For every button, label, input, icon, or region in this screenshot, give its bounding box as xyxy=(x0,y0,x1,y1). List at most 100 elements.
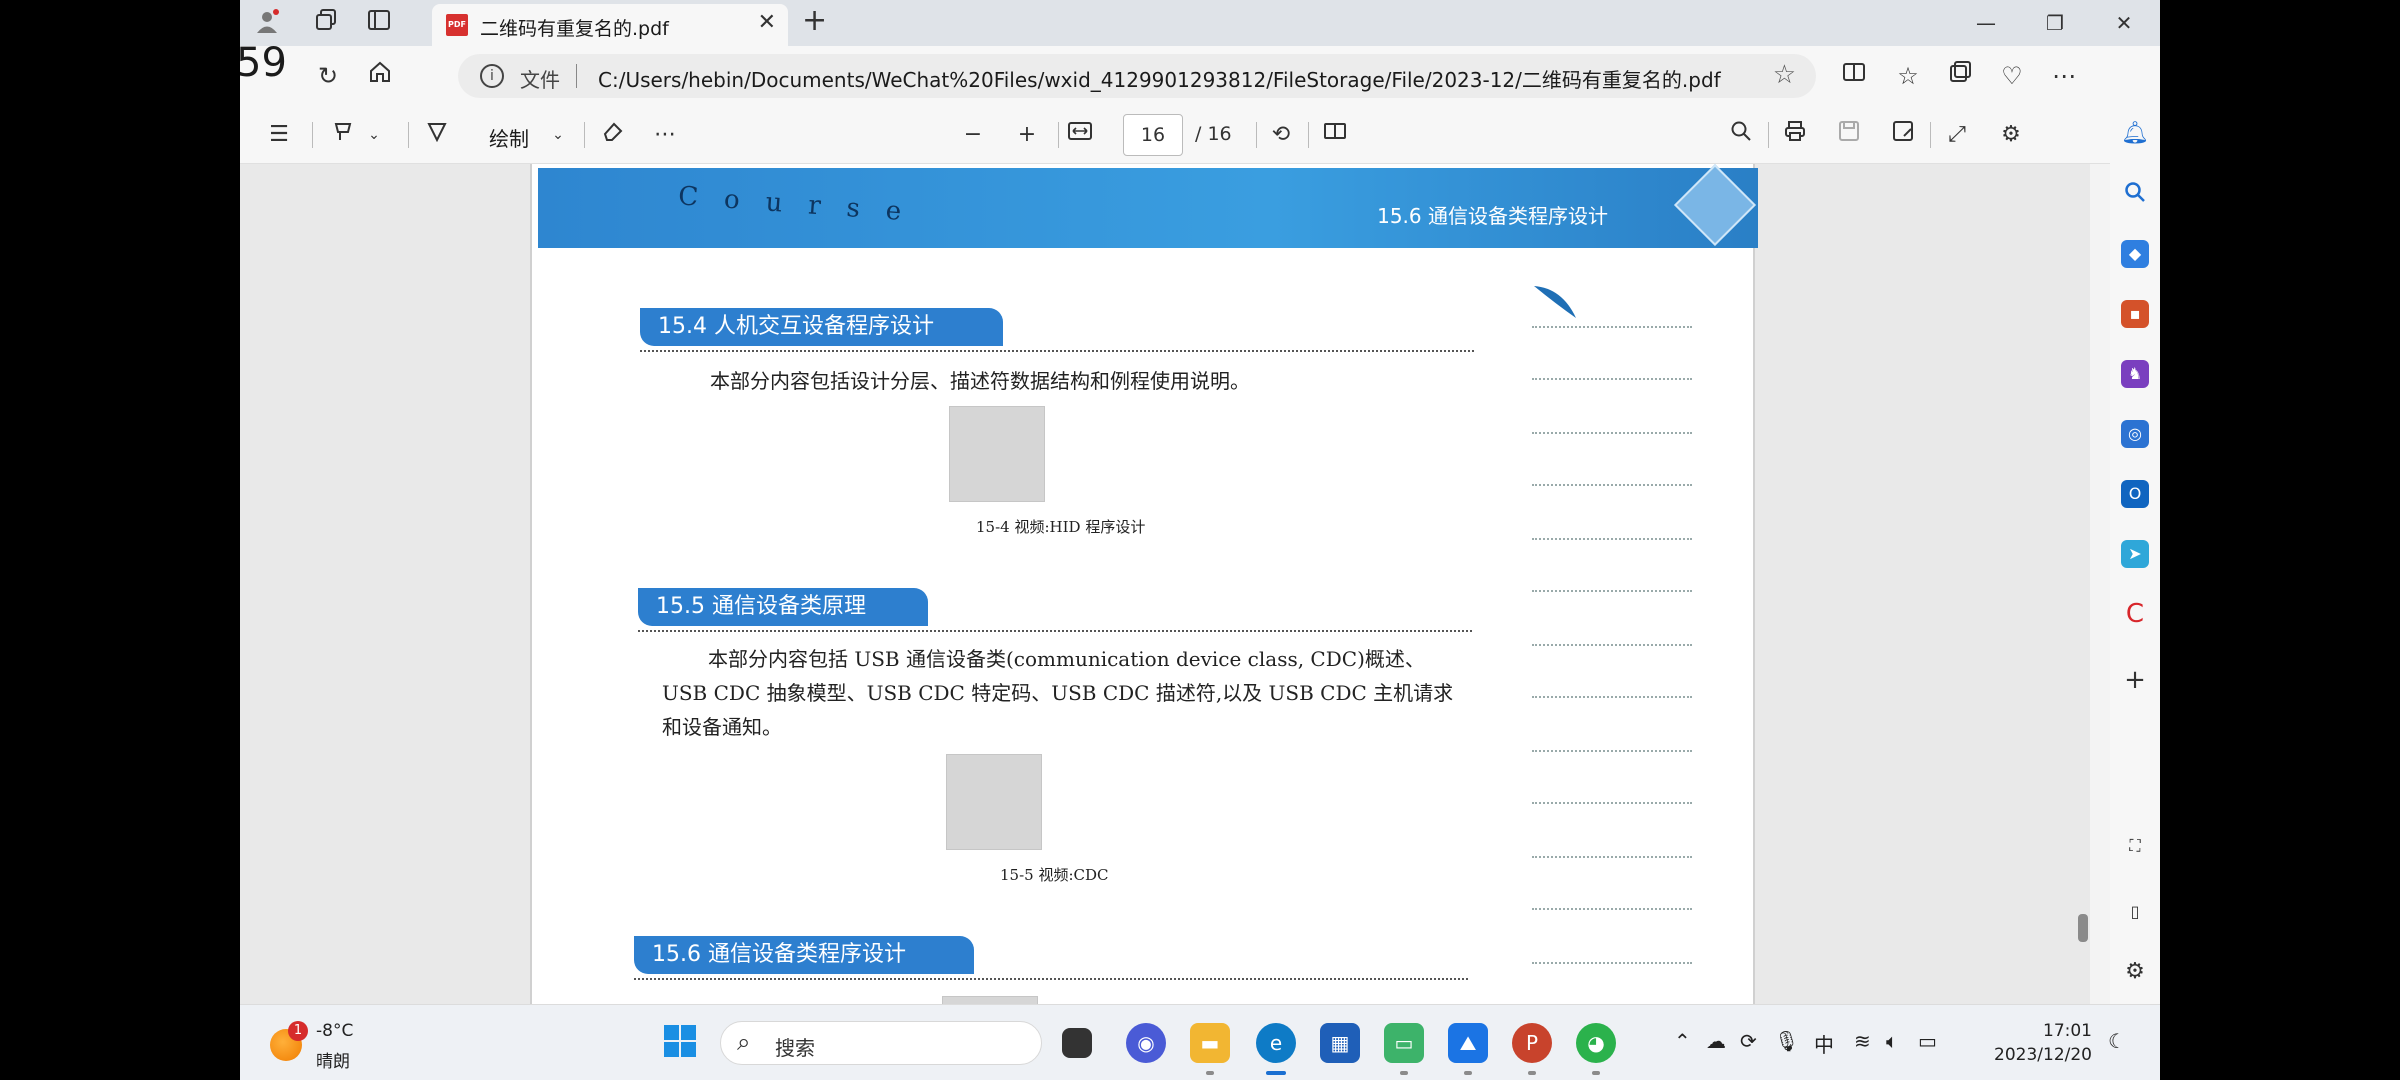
system-clock[interactable]: 17:01 2023/12/20 xyxy=(1994,1019,2092,1067)
info-icon[interactable]: i xyxy=(480,64,504,88)
wechat-icon[interactable]: ◕ xyxy=(1576,1023,1616,1063)
volume-icon[interactable]: 🔈︎ xyxy=(1886,1029,1898,1053)
weather-temperature[interactable]: -8°C xyxy=(316,1021,353,1041)
battery-icon[interactable]: ▭ xyxy=(1918,1029,1937,1053)
chevron-up-icon[interactable]: ⌃ xyxy=(1674,1029,1691,1053)
fit-width-icon[interactable] xyxy=(1064,120,1096,150)
close-window-button[interactable]: ✕ xyxy=(2104,6,2144,40)
sync-icon[interactable]: ⟳ xyxy=(1740,1029,1757,1053)
toolbar-divider xyxy=(1308,122,1309,148)
taskbar: 1 -8°C 晴朗 ⌕ 搜索 ◉ ▬ e ▦ ▭ ⛰ P ◕ ⌃ ☁ ⟳ 🎙︎ … xyxy=(240,1004,2160,1080)
pdf-page: Course 15.6 通信设备类程序设计 15.4 人机交互设备程序设计 本部… xyxy=(530,164,1758,1004)
eraser-icon[interactable] xyxy=(598,120,628,150)
draw-label[interactable]: 绘制 xyxy=(489,123,529,152)
section-heading-15-5: 15.5 通信设备类原理 xyxy=(638,588,928,626)
terminal-icon[interactable] xyxy=(1062,1028,1092,1058)
add-app-icon[interactable]: + xyxy=(2121,666,2149,694)
page-number-input[interactable]: 16 xyxy=(1123,114,1183,156)
wifi-icon[interactable]: ≋ xyxy=(1854,1029,1871,1053)
caption-15-5: 15-5 视频:CDC xyxy=(1000,866,1109,884)
notifications-moon-icon[interactable]: ☾ xyxy=(2108,1029,2126,1053)
toolbar-divider xyxy=(1058,122,1059,148)
tools-briefcase-icon[interactable]: ▪ xyxy=(2121,300,2149,328)
save-icon[interactable] xyxy=(1834,120,1864,150)
section-heading-15-4: 15.4 人机交互设备程序设计 xyxy=(640,308,1003,346)
minimize-button[interactable]: — xyxy=(1966,6,2006,40)
favorites-icon[interactable]: ☆ xyxy=(1892,60,1924,92)
page-header-band: Course 15.6 通信设备类程序设计 xyxy=(538,164,1758,248)
outlook-icon[interactable]: O xyxy=(2121,480,2149,508)
fullscreen-icon[interactable]: ⤢ xyxy=(1942,120,1972,150)
section-rule xyxy=(638,630,1472,632)
scrollbar-thumb[interactable] xyxy=(2078,914,2088,942)
notification-bell-icon[interactable]: 🔔︎ xyxy=(2121,120,2149,148)
url-text[interactable]: C:/Users/hebin/Documents/WeChat%20Files/… xyxy=(598,64,1721,93)
close-tab-icon[interactable]: ✕ xyxy=(758,10,776,35)
profile-icon[interactable] xyxy=(252,8,282,38)
split-screen-icon[interactable] xyxy=(1838,60,1870,92)
section-heading-15-6: 15.6 通信设备类程序设计 xyxy=(634,936,974,974)
pdf-viewport[interactable]: Course 15.6 通信设备类程序设计 15.4 人机交互设备程序设计 本部… xyxy=(240,164,2090,1004)
section-15-5-body-line-1: 本部分内容包括 USB 通信设备类(communication device c… xyxy=(708,647,1425,671)
zoom-in-icon[interactable]: + xyxy=(1012,120,1042,150)
rotate-icon[interactable]: ⟲ xyxy=(1266,120,1296,150)
shopping-tag-icon[interactable]: ◆ xyxy=(2121,240,2149,268)
new-tab-button[interactable]: + xyxy=(802,6,827,36)
save-as-icon[interactable] xyxy=(1888,120,1918,150)
caption-15-4: 15-4 视频:HID 程序设计 xyxy=(976,518,1146,536)
print-icon[interactable] xyxy=(1780,120,1810,150)
weather-description[interactable]: 晴朗 xyxy=(316,1047,350,1072)
note-line xyxy=(1532,750,1692,752)
file-explorer-icon[interactable]: ▬ xyxy=(1190,1023,1230,1063)
chevron-down-icon[interactable]: ⌄ xyxy=(548,120,568,150)
vertical-scrollbar[interactable] xyxy=(2074,110,2090,1004)
home-icon[interactable] xyxy=(364,60,396,92)
more-tools-icon[interactable]: ⋯ xyxy=(650,120,680,150)
taskbar-search[interactable]: ⌕ 搜索 xyxy=(720,1021,1042,1065)
send-icon[interactable]: ➤ xyxy=(2121,540,2149,568)
photos-icon[interactable]: ⛰ xyxy=(1448,1023,1488,1063)
address-bar[interactable]: i 文件 C:/Users/hebin/Documents/WeChat%20F… xyxy=(458,54,1816,98)
favorite-star-icon[interactable]: ☆ xyxy=(1773,60,1796,90)
workspaces-icon[interactable] xyxy=(312,8,342,38)
collections-icon[interactable] xyxy=(1944,60,1976,92)
browser-essentials-icon[interactable]: ♡ xyxy=(1996,60,2028,92)
maximize-button[interactable]: ❐ xyxy=(2035,6,2075,40)
clock-time: 17:01 xyxy=(2043,1021,2092,1041)
highlight-icon[interactable] xyxy=(328,120,358,150)
edge-browser-icon[interactable]: e xyxy=(1256,1023,1296,1063)
sidebar-toggle-icon[interactable]: ▯ xyxy=(2121,898,2149,926)
chevron-down-icon[interactable]: ⌄ xyxy=(364,120,384,150)
games-icon[interactable]: ♞ xyxy=(2121,360,2149,388)
toolbar-divider xyxy=(1930,122,1931,148)
settings-gear-icon[interactable]: ⚙ xyxy=(1996,120,2026,150)
search-icon[interactable] xyxy=(2121,180,2149,208)
sidebar-settings-icon[interactable]: ⚙ xyxy=(2121,958,2149,986)
microphone-icon[interactable]: 🎙︎ xyxy=(1774,1029,1799,1053)
windows-start-icon[interactable] xyxy=(660,1023,700,1063)
qr-code-placeholder xyxy=(942,996,1038,1004)
toolbar-divider xyxy=(1768,122,1769,148)
zoom-out-icon[interactable]: − xyxy=(958,120,988,150)
page-view-icon[interactable] xyxy=(1320,120,1350,150)
remote-desktop-icon[interactable]: ▭ xyxy=(1384,1023,1424,1063)
section-15-5-body-line-3: 和设备通知。 xyxy=(662,715,782,739)
screenshot-icon[interactable]: ⛶ xyxy=(2121,832,2149,860)
app-c-icon[interactable]: C xyxy=(2121,600,2149,628)
note-line xyxy=(1532,696,1692,698)
contents-icon[interactable]: ☰ xyxy=(264,120,294,150)
search-icon: ⌕ xyxy=(737,1028,751,1056)
powerpoint-icon[interactable]: P xyxy=(1512,1023,1552,1063)
pdf-toolbar: ☰ ⌄ 绘制 ⌄ ⋯ − + 16 / 16 ⟲ ⤢ ⚙ xyxy=(240,106,2160,164)
chat-icon[interactable]: ◉ xyxy=(1126,1023,1166,1063)
search-icon[interactable] xyxy=(1726,120,1756,150)
more-options-icon[interactable]: ⋯ xyxy=(2048,60,2080,92)
tab-pdf[interactable]: PDF 二维码有重复名的.pdf ✕ xyxy=(432,4,788,46)
refresh-icon[interactable]: ↻ xyxy=(312,60,344,92)
tab-actions-icon[interactable] xyxy=(364,8,394,38)
onedrive-cloud-icon[interactable]: ☁ xyxy=(1706,1029,1726,1053)
ime-indicator[interactable]: 中 xyxy=(1814,1029,1834,1058)
store-icon[interactable]: ▦ xyxy=(1320,1023,1360,1063)
draw-icon[interactable] xyxy=(422,120,452,150)
microsoft-365-icon[interactable]: ◎ xyxy=(2121,420,2149,448)
